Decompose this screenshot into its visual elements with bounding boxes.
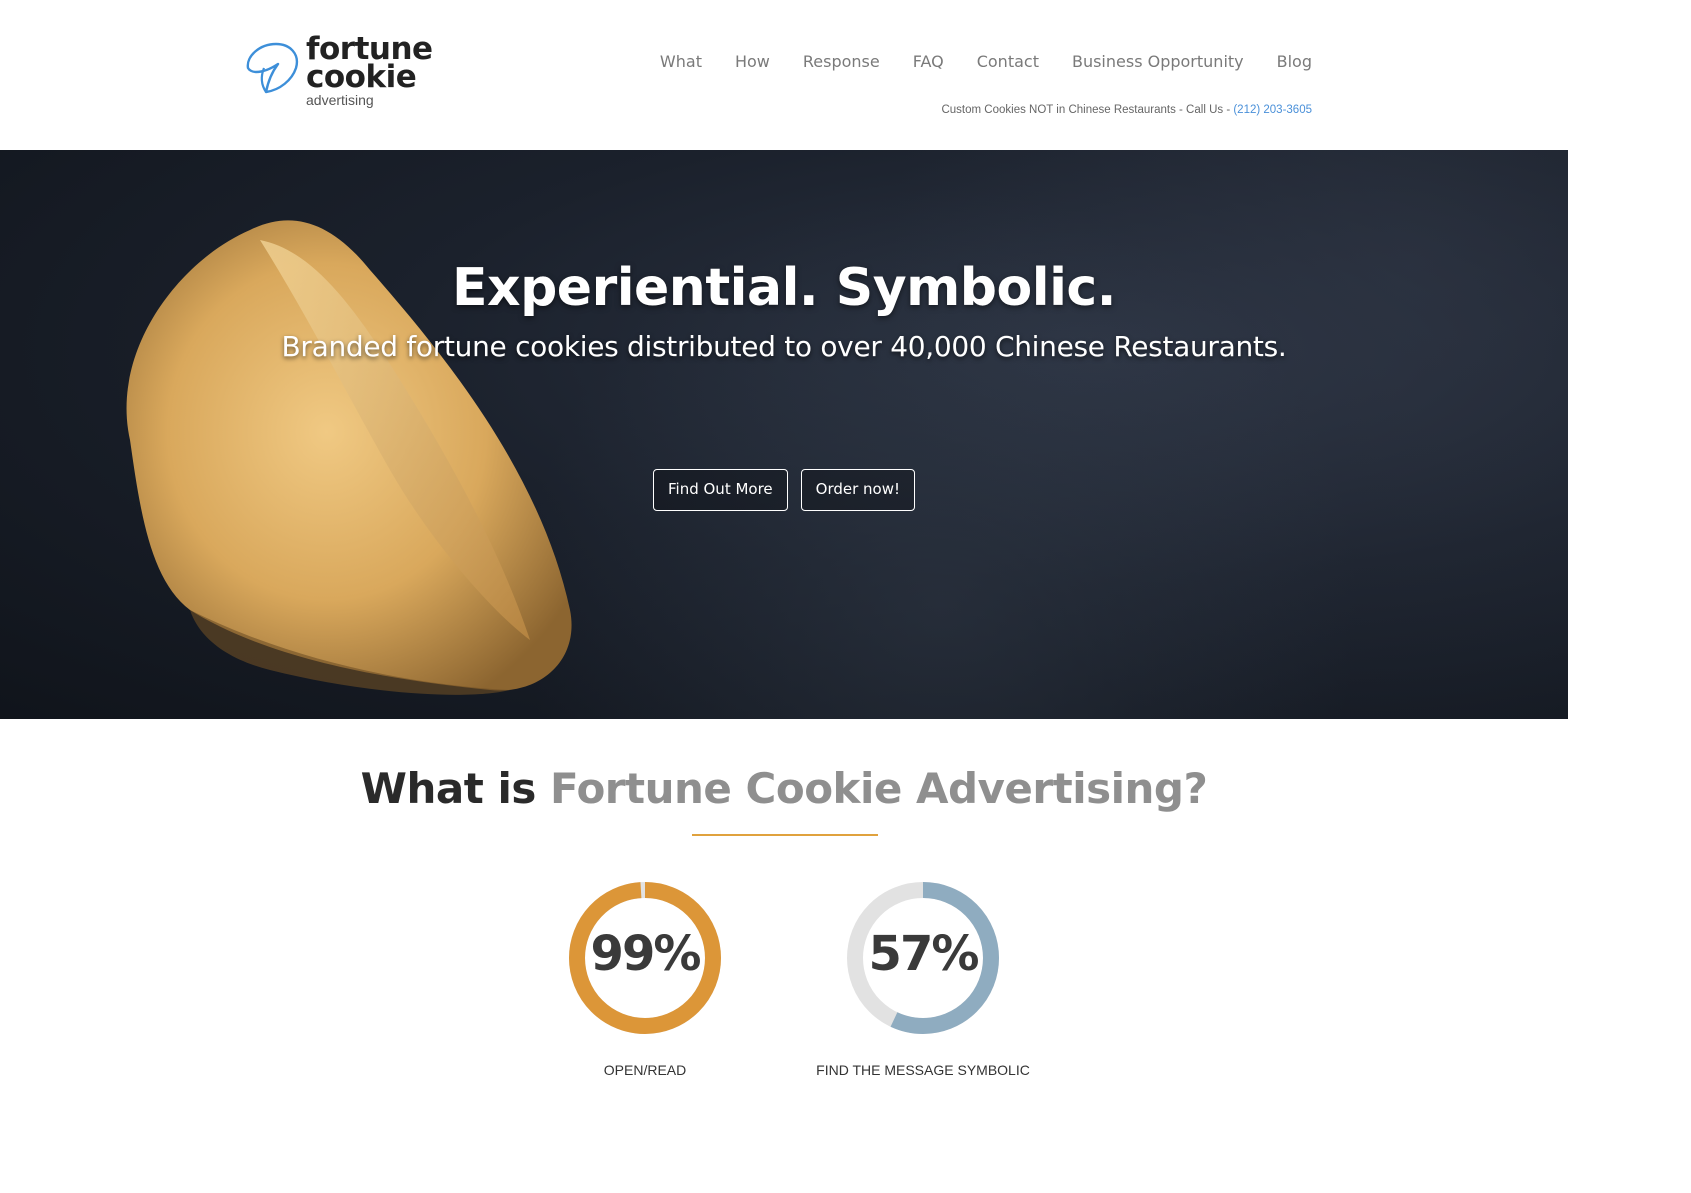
nav-item-faq[interactable]: FAQ — [913, 52, 944, 71]
nav-item-how[interactable]: How — [735, 52, 770, 71]
what-is-heading-accent: Fortune Cookie Advertising? — [549, 764, 1208, 813]
fortune-cookie-outline-icon — [246, 42, 299, 94]
site-header: fortune cookie advertising What How Resp… — [0, 0, 1568, 150]
nav-item-response[interactable]: Response — [803, 52, 880, 71]
what-is-heading: What is Fortune Cookie Advertising? — [0, 764, 1568, 813]
section-divider — [692, 834, 878, 836]
hero-title: Experiential. Symbolic. — [452, 258, 1116, 318]
stat-label: OPEN/READ — [603, 1062, 687, 1078]
stat-value: 99% — [590, 926, 702, 982]
nav-item-business-opportunity[interactable]: Business Opportunity — [1072, 52, 1244, 71]
hero-banner: Experiential. Symbolic. Branded fortune … — [0, 150, 1568, 719]
nav-item-blog[interactable]: Blog — [1277, 52, 1312, 71]
stat-value: 57% — [868, 926, 980, 982]
tagline-text: Custom Cookies NOT in Chinese Restaurant… — [941, 104, 1234, 116]
find-out-more-button[interactable]: Find Out More — [653, 469, 788, 511]
logo-word-cookie: cookie — [306, 59, 417, 95]
main-nav: What How Response FAQ Contact Business O… — [660, 52, 1312, 71]
hero-buttons: Find Out More Order now! — [653, 469, 916, 511]
hero-subtitle: Branded fortune cookies distributed to o… — [281, 330, 1287, 363]
header-tagline: Custom Cookies NOT in Chinese Restaurant… — [941, 104, 1312, 116]
what-is-heading-plain: What is — [360, 764, 550, 813]
order-now-button[interactable]: Order now! — [800, 469, 916, 511]
phone-link[interactable]: (212) 203-3605 — [1233, 104, 1312, 116]
logo-link[interactable]: fortune cookie advertising — [242, 34, 452, 114]
nav-item-contact[interactable]: Contact — [977, 52, 1039, 71]
stat-label: FIND THE MESSAGE SYMBOLIC — [816, 1062, 1030, 1078]
logo-word-advertising: advertising — [306, 92, 374, 108]
stat-open-read: 99% OPEN/READ — [525, 878, 765, 1078]
stat-find-message-symbolic: 57% FIND THE MESSAGE SYMBOLIC — [803, 878, 1043, 1078]
nav-item-what[interactable]: What — [660, 52, 702, 71]
